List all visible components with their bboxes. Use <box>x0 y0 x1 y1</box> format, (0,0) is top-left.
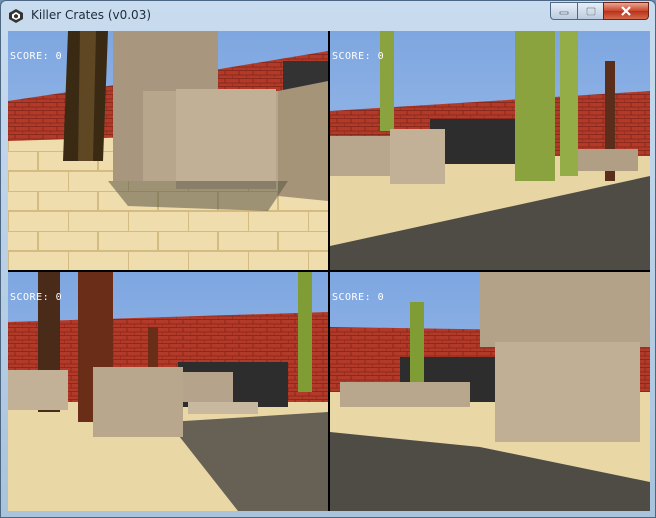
score-label: SCORE: 0 <box>10 51 63 62</box>
maximize-icon <box>585 6 596 16</box>
close-button[interactable] <box>603 2 649 20</box>
player-4-viewport[interactable]: SCORE: 0 <box>330 272 650 511</box>
minimize-button[interactable] <box>550 2 577 20</box>
player-3-viewport[interactable]: SCORE: 0 <box>8 272 328 511</box>
game-window: Killer Crates (v0.03) SCORE: 0 SCORE: 0 … <box>0 0 656 518</box>
maximize-button[interactable] <box>577 2 603 20</box>
scene-1 <box>8 31 328 270</box>
score-label: SCORE: 0 <box>332 51 385 62</box>
close-icon <box>621 6 631 16</box>
score-label: SCORE: 0 <box>10 292 63 303</box>
scene-4 <box>330 272 650 511</box>
game-canvas[interactable]: SCORE: 0 SCORE: 0 SCORE: 0 SCORE: 0 <box>8 31 650 511</box>
score-label: SCORE: 0 <box>332 292 385 303</box>
scene-3 <box>8 272 328 511</box>
minimize-icon <box>559 11 569 15</box>
window-title: Killer Crates (v0.03) <box>31 8 152 22</box>
player-1-viewport[interactable]: SCORE: 0 <box>8 31 328 270</box>
player-2-viewport[interactable]: SCORE: 0 <box>330 31 650 270</box>
scene-2 <box>330 31 650 270</box>
unity-logo-icon <box>9 9 23 23</box>
title-bar[interactable]: Killer Crates (v0.03) <box>1 1 655 31</box>
